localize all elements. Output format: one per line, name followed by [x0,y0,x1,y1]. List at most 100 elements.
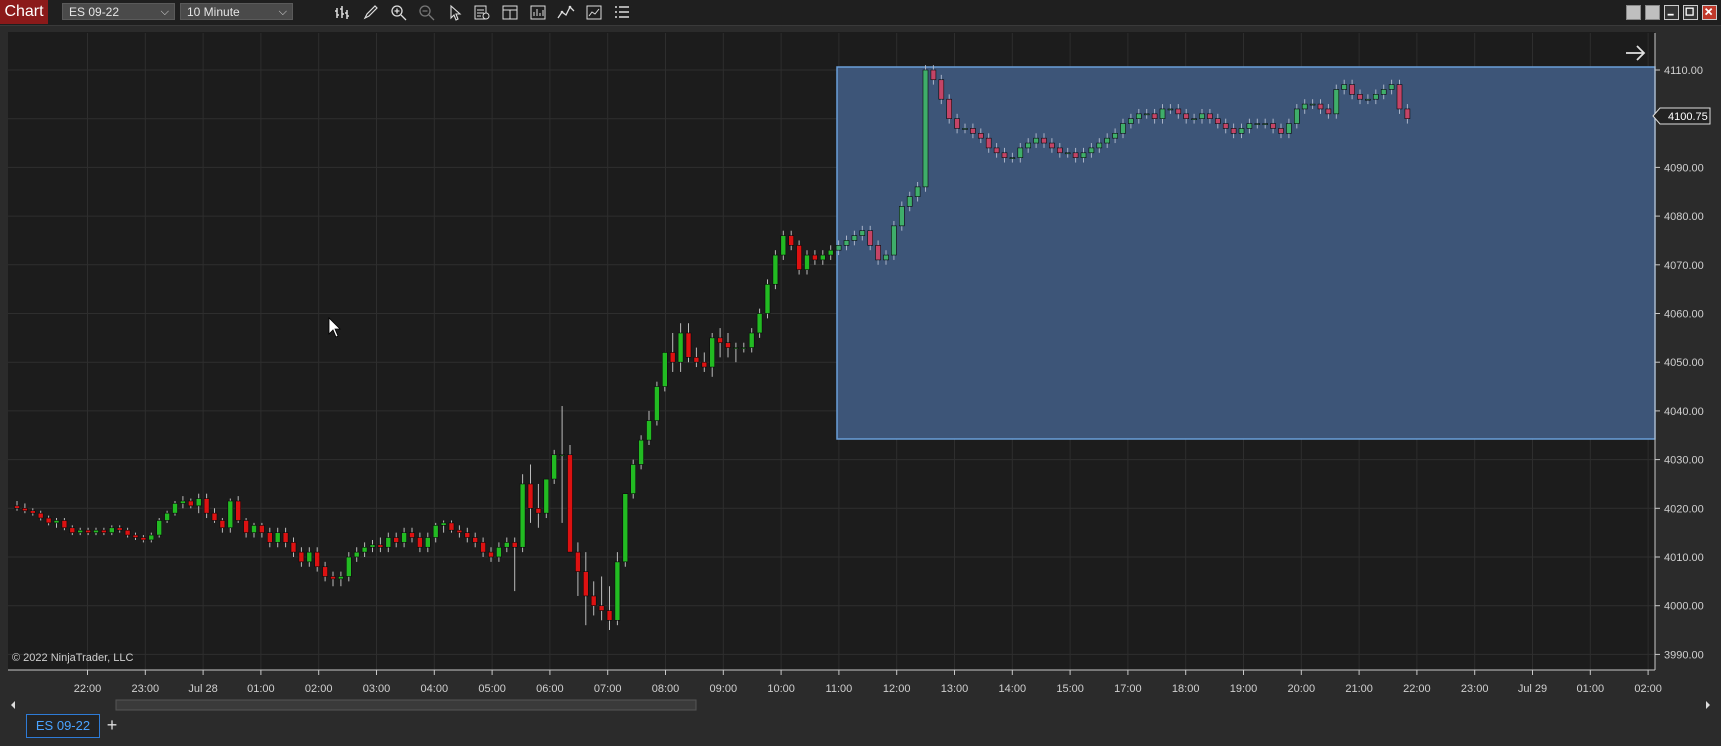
candle-body [938,79,945,100]
candle-body [1104,137,1110,144]
price-tick-label: 4020.00 [1664,503,1704,515]
candle-body [812,254,818,261]
candle-body [132,534,139,538]
candle-body [1088,147,1095,154]
candle-body [53,520,60,524]
candle-body [630,464,637,494]
scroll-right-arrow-icon[interactable] [1626,45,1646,61]
candle-body [1246,123,1253,129]
candle-body [496,546,502,558]
candle-body [195,498,202,507]
chart-canvas[interactable]: 4110.004100.004090.004080.004070.004060.… [0,0,1721,746]
candle-body [622,493,629,563]
candle-body [377,544,384,548]
candle-body [14,505,20,509]
candle-body [401,532,407,543]
candle-body [116,527,123,531]
current-price-label: 4100.75 [1668,111,1708,123]
candle-body [1294,108,1300,124]
candle-body [930,69,937,81]
candle-body [962,128,968,130]
scroll-right-icon[interactable] [1706,701,1710,709]
candle-body [875,245,881,261]
candle-body [843,240,850,246]
candle-body [1357,94,1363,100]
time-tick-label: 10:00 [767,683,795,695]
candle-body [851,235,858,241]
candle-body [298,551,305,563]
candle-body [1143,113,1150,116]
price-tick-label: 4010.00 [1664,552,1704,564]
candle-body [835,245,842,251]
candle-body [180,500,186,504]
scroll-left-icon[interactable] [11,701,15,709]
horizontal-scrollbar[interactable] [8,698,1713,712]
candle-body [993,147,1000,154]
time-tick-label: 02:00 [1634,683,1662,695]
candle-body [274,532,281,543]
time-tick-label: 18:00 [1172,683,1200,695]
candle-body [369,544,376,548]
candle-body [1309,103,1316,106]
candle-body [417,537,423,548]
candle-body [527,483,534,509]
candle-body [772,254,779,285]
candle-body [796,245,802,270]
price-tick-label: 4080.00 [1664,211,1704,223]
candle-body [480,542,486,553]
time-tick-label: 17:00 [1114,683,1142,695]
candle-body [598,605,605,611]
price-tick-label: 4060.00 [1664,309,1704,321]
candle-body [101,529,107,533]
candle-body [551,454,558,480]
price-tick-label: 4030.00 [1664,455,1704,467]
time-tick-label: 13:00 [941,683,969,695]
candle-body [606,610,613,621]
candle-body [1207,113,1213,120]
candle-body [1064,152,1071,155]
candle-body [1325,108,1332,115]
candle-body [172,503,178,514]
candle-body [1373,94,1379,100]
candle-body [1222,123,1229,129]
candle-body [503,542,510,548]
candle-body [1136,113,1142,120]
scrollbar-thumb[interactable] [115,699,697,711]
time-tick-label: Jul 29 [1518,683,1547,695]
candle-body [219,520,226,529]
candle-body [1301,103,1308,110]
time-tick-label: 11:00 [826,683,853,695]
candle-body [1388,84,1395,90]
candle-body [1120,123,1126,134]
candle-body [559,454,565,457]
candle-body [345,556,352,577]
candle-body [922,69,929,188]
candle-body [322,566,328,577]
time-tick-label: 04:00 [421,683,449,695]
candle-body [582,571,589,597]
time-tick-label: 20:00 [1288,683,1316,695]
current-price-marker: 4100.75 [1652,107,1711,125]
candle-body [69,527,76,533]
add-tab-button[interactable]: + [103,714,121,736]
time-tick-label: Jul 28 [188,683,217,695]
candle-body [140,537,147,541]
candle-body [156,520,162,536]
candle-body [764,283,771,314]
candle-body [1033,137,1039,144]
candle-body [22,507,28,512]
candle-body [29,510,36,514]
candle-body [243,520,249,533]
time-tick-label: 05:00 [478,683,506,695]
copyright-text: © 2022 NinjaTrader, LLC [12,652,133,664]
price-tick-label: 3990.00 [1664,649,1704,661]
tab-es-09-22[interactable]: ES 09-22 [26,714,100,738]
candle-body [393,537,400,543]
candle-body [235,500,241,521]
candle-body [1128,118,1134,124]
candle-body [251,525,257,533]
candle-body [575,551,581,572]
candle-body [1191,118,1197,120]
candle-body [756,313,763,334]
candle-body [472,537,479,543]
